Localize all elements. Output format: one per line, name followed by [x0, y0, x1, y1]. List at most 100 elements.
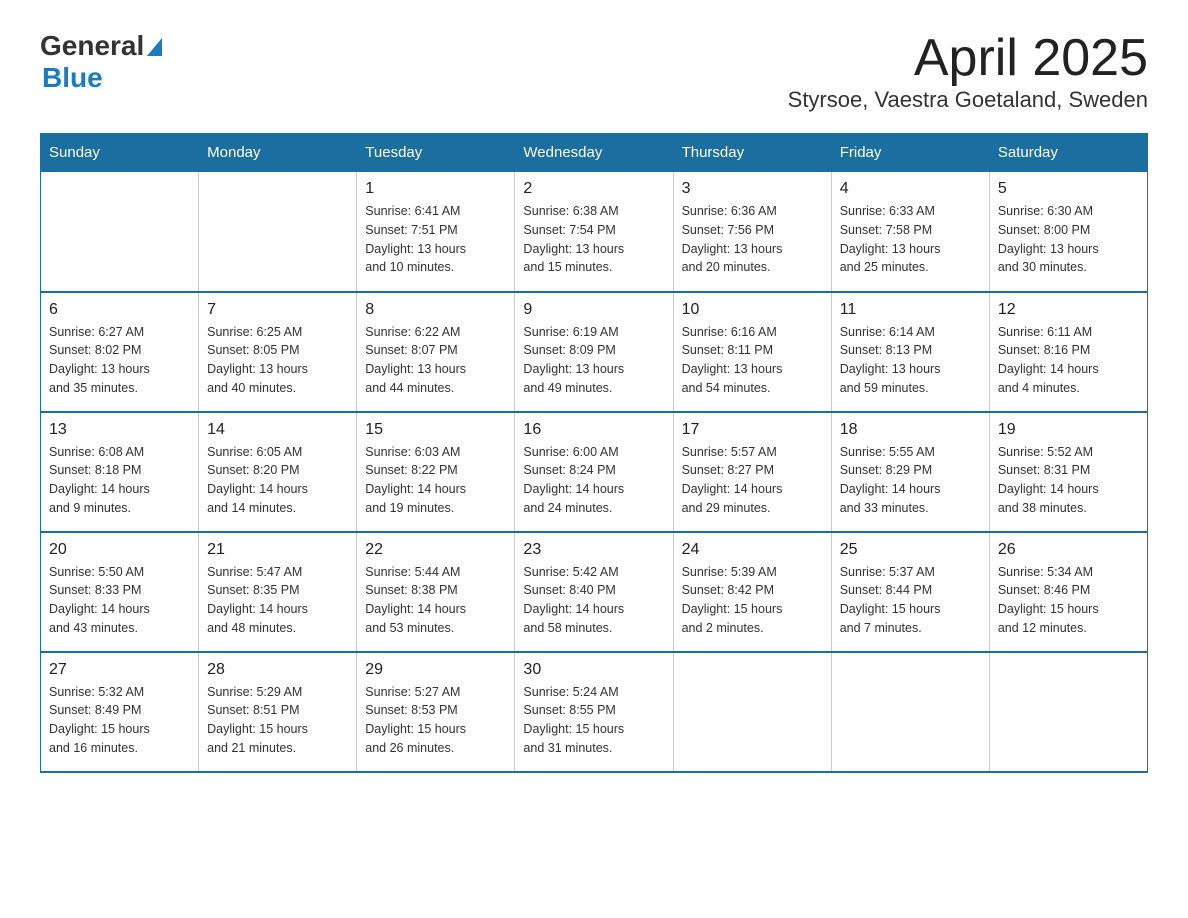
day-number: 12: [998, 301, 1139, 319]
calendar-cell: 7Sunrise: 6:25 AM Sunset: 8:05 PM Daylig…: [199, 292, 357, 412]
calendar-week-3: 13Sunrise: 6:08 AM Sunset: 8:18 PM Dayli…: [41, 412, 1148, 532]
day-info: Sunrise: 5:44 AM Sunset: 8:38 PM Dayligh…: [365, 563, 506, 638]
day-info: Sunrise: 5:47 AM Sunset: 8:35 PM Dayligh…: [207, 563, 348, 638]
day-info: Sunrise: 5:42 AM Sunset: 8:40 PM Dayligh…: [523, 563, 664, 638]
calendar-cell: 11Sunrise: 6:14 AM Sunset: 8:13 PM Dayli…: [831, 292, 989, 412]
day-number: 18: [840, 421, 981, 439]
day-number: 30: [523, 661, 664, 679]
calendar-cell: 15 Sunrise: 6:03 AM Sunset: 8:22 PM Dayli…: [357, 412, 515, 532]
day-number: 10: [682, 301, 823, 319]
calendar-cell: 18 Sunrise: 5:55 AM Sunset: 8:29 PM Dayli…: [831, 412, 989, 532]
calendar-cell: 3 Sunrise: 6:36 AM Sunset: 7:56 PM Daylig…: [673, 172, 831, 292]
day-number: 25: [840, 541, 981, 559]
logo: General Blue: [40, 30, 162, 94]
calendar-cell: 10 Sunrise: 6:16 AM Sunset: 8:11 PM Dayli…: [673, 292, 831, 412]
calendar-cell: [199, 172, 357, 292]
calendar-cell: 17Sunrise: 5:57 AM Sunset: 8:27 PM Dayli…: [673, 412, 831, 532]
page-header: General Blue April 2025 Styrsoe, Vaestra…: [40, 30, 1148, 113]
day-info: Sunrise: 6:33 AM Sunset: 7:58 PM Dayligh…: [840, 202, 981, 277]
day-info: Sunrise: 5:27 AM Sunset: 8:53 PM Dayligh…: [365, 683, 506, 758]
day-number: 22: [365, 541, 506, 559]
day-info: Sunrise: 6:25 AM Sunset: 8:05 PM Dayligh…: [207, 323, 348, 398]
day-number: 6: [49, 301, 190, 319]
day-number: 14: [207, 421, 348, 439]
calendar-cell: 9 Sunrise: 6:19 AM Sunset: 8:09 PM Daylig…: [515, 292, 673, 412]
day-info: Sunrise: 6:11 AM Sunset: 8:16 PM Dayligh…: [998, 323, 1139, 398]
day-number: 4: [840, 180, 981, 198]
day-info: Sunrise: 6:36 AM Sunset: 7:56 PM Dayligh…: [682, 202, 823, 277]
day-number: 16: [523, 421, 664, 439]
day-number: 5: [998, 180, 1139, 198]
calendar-week-2: 6 Sunrise: 6:27 AM Sunset: 8:02 PM Daylig…: [41, 292, 1148, 412]
calendar-cell: [989, 652, 1147, 772]
calendar-cell: 4 Sunrise: 6:33 AM Sunset: 7:58 PM Daylig…: [831, 172, 989, 292]
day-of-week-wednesday: Wednesday: [515, 134, 673, 172]
calendar-cell: 5 Sunrise: 6:30 AM Sunset: 8:00 PM Daylig…: [989, 172, 1147, 292]
day-info: Sunrise: 5:52 AM Sunset: 8:31 PM Dayligh…: [998, 443, 1139, 518]
day-number: 24: [682, 541, 823, 559]
calendar-cell: 8Sunrise: 6:22 AM Sunset: 8:07 PM Daylig…: [357, 292, 515, 412]
calendar-cell: 24 Sunrise: 5:39 AM Sunset: 8:42 PM Dayli…: [673, 532, 831, 652]
day-number: 15: [365, 421, 506, 439]
calendar-cell: 6 Sunrise: 6:27 AM Sunset: 8:02 PM Daylig…: [41, 292, 199, 412]
day-info: Sunrise: 6:30 AM Sunset: 8:00 PM Dayligh…: [998, 202, 1139, 277]
day-number: 3: [682, 180, 823, 198]
day-number: 19: [998, 421, 1139, 439]
calendar-week-5: 27Sunrise: 5:32 AM Sunset: 8:49 PM Dayli…: [41, 652, 1148, 772]
calendar-cell: 12 Sunrise: 6:11 AM Sunset: 8:16 PM Dayli…: [989, 292, 1147, 412]
calendar-cell: [831, 652, 989, 772]
location-title: Styrsoe, Vaestra Goetaland, Sweden: [788, 87, 1148, 113]
day-number: 28: [207, 661, 348, 679]
day-number: 17: [682, 421, 823, 439]
day-info: Sunrise: 6:41 AM Sunset: 7:51 PM Dayligh…: [365, 202, 506, 277]
calendar-cell: 23 Sunrise: 5:42 AM Sunset: 8:40 PM Dayli…: [515, 532, 673, 652]
day-info: Sunrise: 6:27 AM Sunset: 8:02 PM Dayligh…: [49, 323, 190, 398]
calendar-week-4: 20Sunrise: 5:50 AM Sunset: 8:33 PM Dayli…: [41, 532, 1148, 652]
calendar-cell: [673, 652, 831, 772]
calendar-cell: 27Sunrise: 5:32 AM Sunset: 8:49 PM Dayli…: [41, 652, 199, 772]
day-info: Sunrise: 5:55 AM Sunset: 8:29 PM Dayligh…: [840, 443, 981, 518]
calendar-cell: 16 Sunrise: 6:00 AM Sunset: 8:24 PM Dayli…: [515, 412, 673, 532]
day-number: 8: [365, 301, 506, 319]
day-of-week-tuesday: Tuesday: [357, 134, 515, 172]
day-info: Sunrise: 5:32 AM Sunset: 8:49 PM Dayligh…: [49, 683, 190, 758]
day-info: Sunrise: 5:29 AM Sunset: 8:51 PM Dayligh…: [207, 683, 348, 758]
calendar-cell: 21 Sunrise: 5:47 AM Sunset: 8:35 PM Dayli…: [199, 532, 357, 652]
calendar-cell: 13Sunrise: 6:08 AM Sunset: 8:18 PM Dayli…: [41, 412, 199, 532]
day-number: 2: [523, 180, 664, 198]
calendar-table: SundayMondayTuesdayWednesdayThursdayFrid…: [40, 133, 1148, 773]
day-of-week-thursday: Thursday: [673, 134, 831, 172]
calendar-cell: 28 Sunrise: 5:29 AM Sunset: 8:51 PM Dayli…: [199, 652, 357, 772]
day-info: Sunrise: 6:16 AM Sunset: 8:11 PM Dayligh…: [682, 323, 823, 398]
day-info: Sunrise: 6:08 AM Sunset: 8:18 PM Dayligh…: [49, 443, 190, 518]
day-info: Sunrise: 5:34 AM Sunset: 8:46 PM Dayligh…: [998, 563, 1139, 638]
calendar-header: SundayMondayTuesdayWednesdayThursdayFrid…: [41, 134, 1148, 172]
day-info: Sunrise: 5:39 AM Sunset: 8:42 PM Dayligh…: [682, 563, 823, 638]
day-number: 29: [365, 661, 506, 679]
day-info: Sunrise: 6:05 AM Sunset: 8:20 PM Dayligh…: [207, 443, 348, 518]
day-number: 1: [365, 180, 506, 198]
logo-triangle-icon: [147, 38, 162, 56]
day-number: 26: [998, 541, 1139, 559]
calendar-cell: 26 Sunrise: 5:34 AM Sunset: 8:46 PM Dayli…: [989, 532, 1147, 652]
day-number: 9: [523, 301, 664, 319]
day-info: Sunrise: 6:19 AM Sunset: 8:09 PM Dayligh…: [523, 323, 664, 398]
calendar-cell: 19 Sunrise: 5:52 AM Sunset: 8:31 PM Dayli…: [989, 412, 1147, 532]
day-number: 21: [207, 541, 348, 559]
day-info: Sunrise: 6:38 AM Sunset: 7:54 PM Dayligh…: [523, 202, 664, 277]
calendar-cell: 29 Sunrise: 5:27 AM Sunset: 8:53 PM Dayli…: [357, 652, 515, 772]
day-of-week-friday: Friday: [831, 134, 989, 172]
month-title: April 2025: [788, 30, 1148, 87]
calendar-cell: 2 Sunrise: 6:38 AM Sunset: 7:54 PM Daylig…: [515, 172, 673, 292]
day-info: Sunrise: 5:24 AM Sunset: 8:55 PM Dayligh…: [523, 683, 664, 758]
calendar-cell: 30 Sunrise: 5:24 AM Sunset: 8:55 PM Dayli…: [515, 652, 673, 772]
day-number: 23: [523, 541, 664, 559]
day-number: 20: [49, 541, 190, 559]
day-number: 11: [840, 301, 981, 319]
day-info: Sunrise: 6:03 AM Sunset: 8:22 PM Dayligh…: [365, 443, 506, 518]
day-of-week-saturday: Saturday: [989, 134, 1147, 172]
title-section: April 2025 Styrsoe, Vaestra Goetaland, S…: [788, 30, 1148, 113]
day-of-week-monday: Monday: [199, 134, 357, 172]
day-info: Sunrise: 6:00 AM Sunset: 8:24 PM Dayligh…: [523, 443, 664, 518]
days-of-week-row: SundayMondayTuesdayWednesdayThursdayFrid…: [41, 134, 1148, 172]
